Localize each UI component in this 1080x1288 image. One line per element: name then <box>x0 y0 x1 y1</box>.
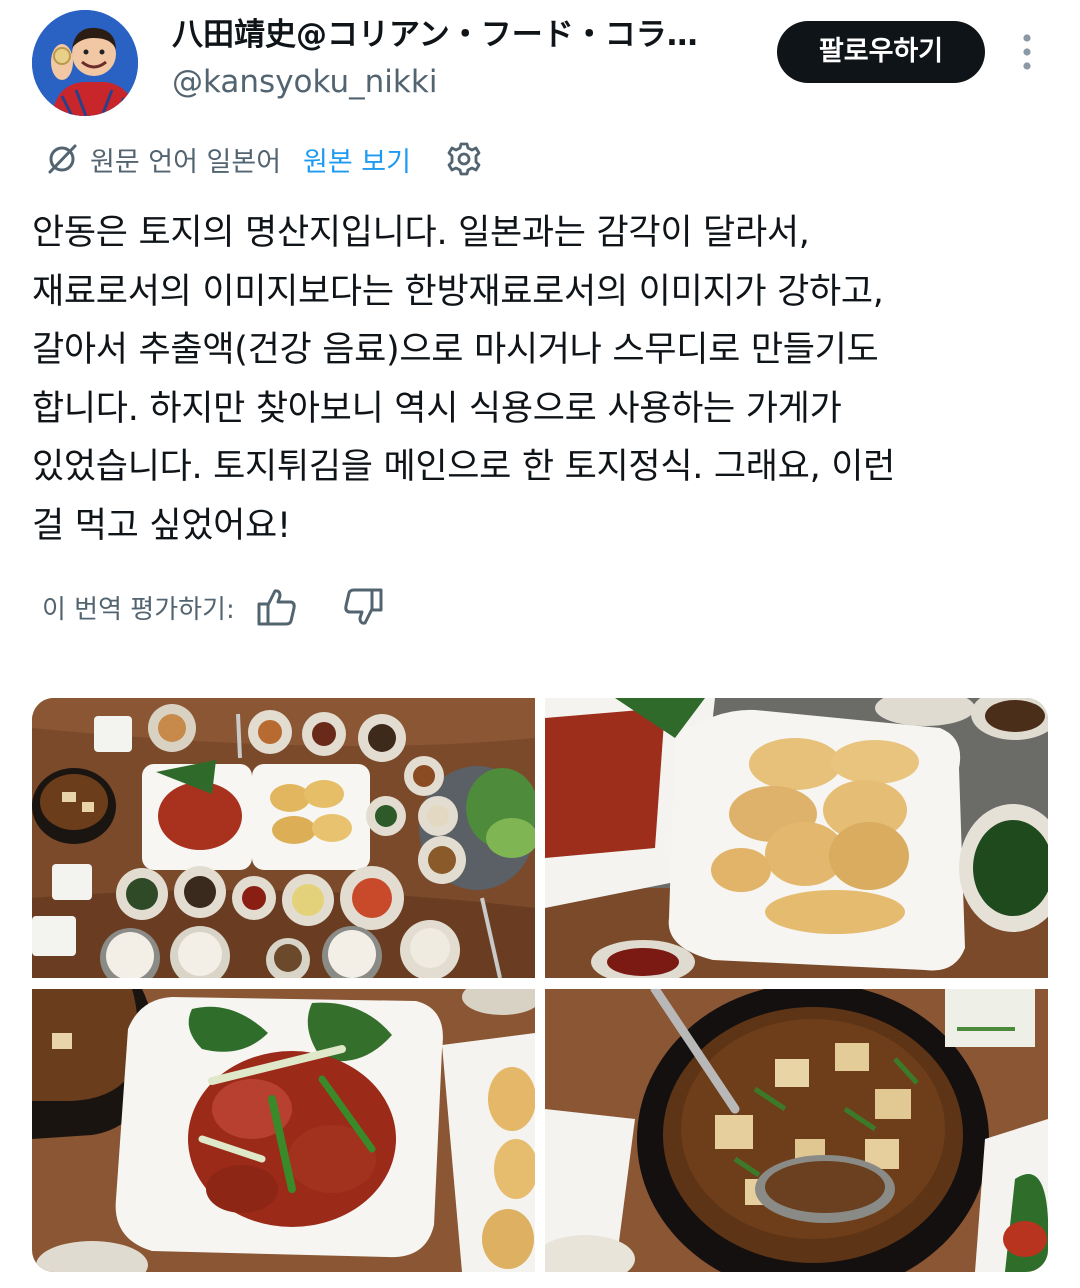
avatar[interactable] <box>32 10 138 116</box>
post-line: 있었습니다. 토지튀김을 메인으로 한 토지정식. 그래요, 이런 <box>32 447 896 487</box>
gear-icon[interactable] <box>445 140 483 178</box>
thumbs-down-icon[interactable] <box>341 585 385 629</box>
author-block[interactable]: 八田靖史@コリアン・フード・コラ… @kansyoku_nikki <box>172 14 752 102</box>
source-language-label: 원문 언어 일본어 <box>90 146 282 178</box>
photo-image <box>32 989 535 1272</box>
translate-slash-icon <box>48 144 77 174</box>
post-header: 八田靖史@コリアン・フード・コラ… @kansyoku_nikki 팔로우하기 <box>0 0 1080 130</box>
display-name[interactable]: 八田靖史@コリアン・フード・コラ… <box>172 14 752 56</box>
photo-fried-toji-plate[interactable] <box>545 698 1048 978</box>
show-original-link[interactable]: 원본 보기 <box>303 140 411 179</box>
post-line: 합니다. 하지만 찾아보니 역시 식용으로 사용하는 가게가 <box>32 388 842 429</box>
translation-bar: 원문 언어 일본어 원본 보기 <box>44 134 483 184</box>
post-body: 안동은 토지의 명산지입니다. 일본과는 감각이 달라서, 재료로서의 이미지보… <box>32 204 1042 555</box>
post-line: 갈아서 추출액(건강 음료)으로 마시거나 스무디로 만들기도 <box>32 330 879 370</box>
photo-spicy-pork-plate[interactable] <box>32 989 535 1272</box>
photo-image <box>32 698 535 978</box>
post-line: 재료로서의 이미지보다는 한방재료로서의 이미지가 강하고, <box>32 271 884 312</box>
photo-stew-pot[interactable] <box>545 989 1048 1272</box>
user-handle[interactable]: @kansyoku_nikki <box>172 62 752 102</box>
avatar-image <box>32 10 138 116</box>
rate-translation-bar: 이 번역 평가하기: <box>42 584 427 630</box>
photo-grid <box>32 698 1048 1272</box>
rate-translation-label: 이 번역 평가하기: <box>42 594 235 625</box>
follow-button[interactable]: 팔로우하기 <box>777 21 985 83</box>
post-line: 안동은 토지의 명산지입니다. 일본과는 감각이 달라서, <box>32 213 810 253</box>
photo-image <box>545 989 1048 1272</box>
post-line: 걸 먹고 싶었어요! <box>32 505 291 546</box>
thumbs-up-icon[interactable] <box>255 585 299 629</box>
photo-image <box>545 698 1048 978</box>
photo-table-set-meal[interactable] <box>32 698 535 978</box>
more-vertical-icon[interactable] <box>1012 30 1042 74</box>
